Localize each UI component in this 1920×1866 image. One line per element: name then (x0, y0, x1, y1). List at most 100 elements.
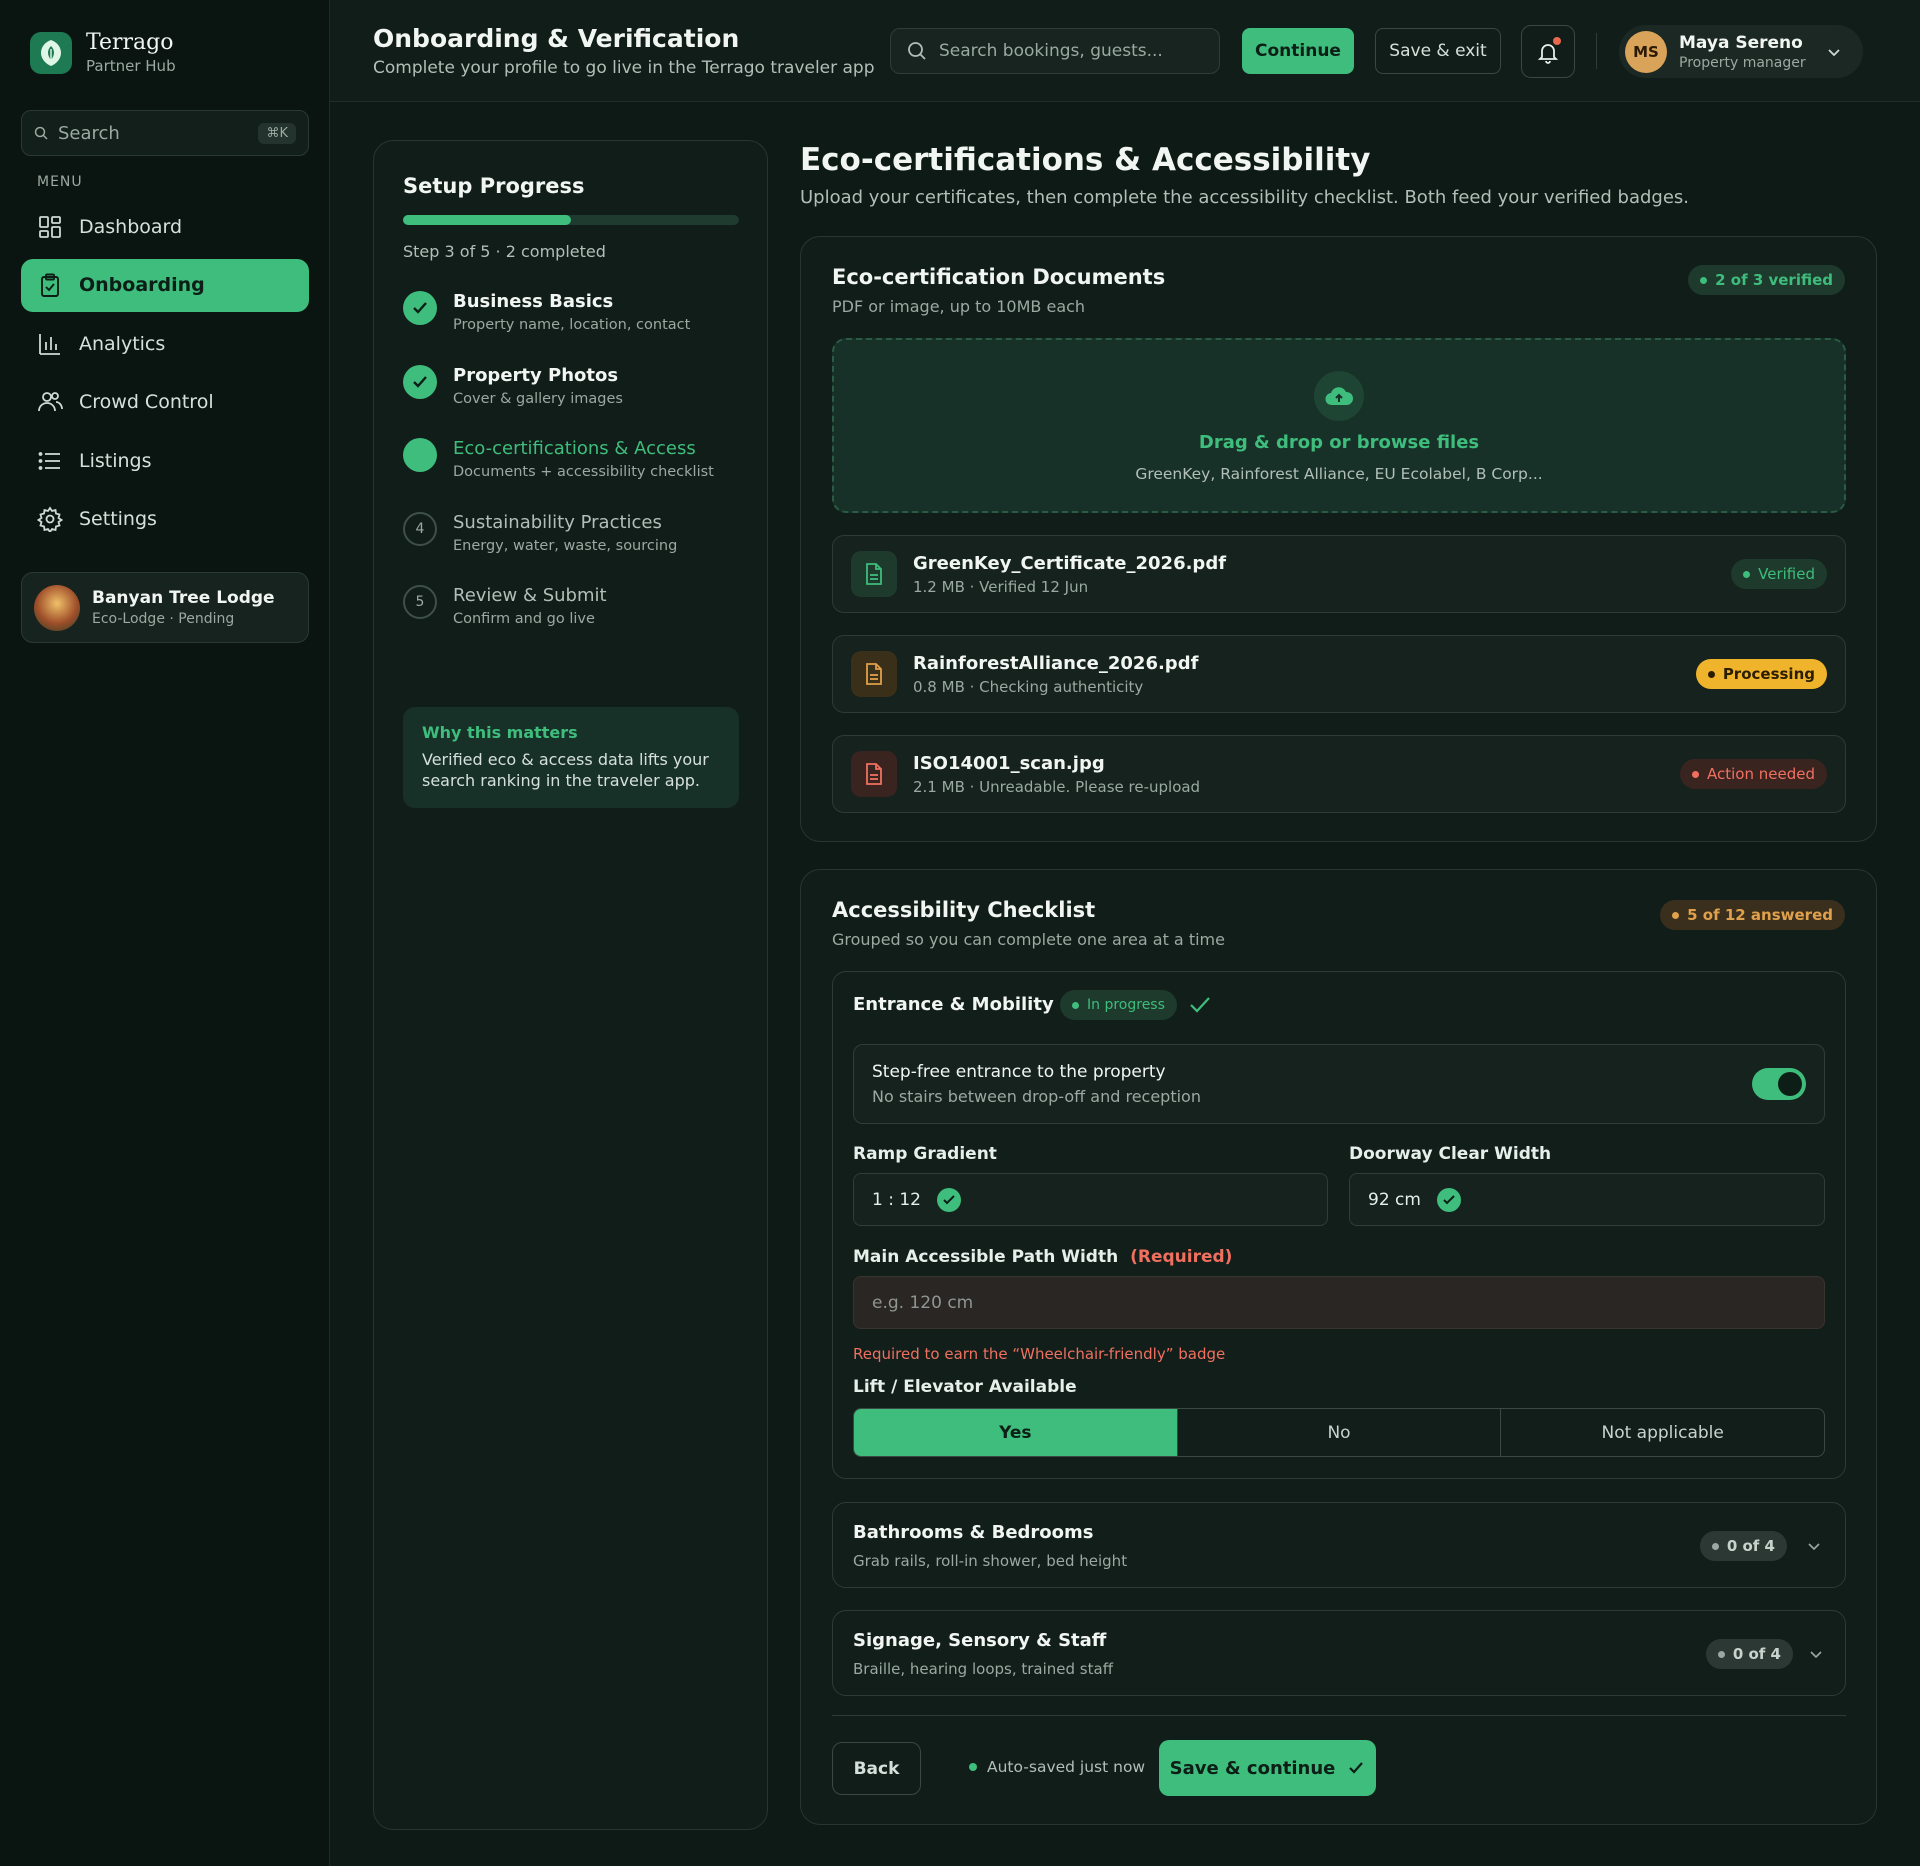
step-eco-certifications[interactable]: Eco-certifications & Access Documents + a… (403, 438, 753, 512)
property-switcher[interactable]: Banyan Tree Lodge Eco-Lodge · Pending (21, 572, 309, 643)
notifications-button[interactable] (1521, 25, 1575, 78)
verified-count-text: 2 of 3 verified (1715, 271, 1833, 289)
accessibility-card: Accessibility Checklist Grouped so you c… (800, 869, 1877, 1825)
ramp-gradient-input[interactable]: 1 : 12 (853, 1173, 1328, 1226)
sidebar-item-label: Analytics (79, 332, 166, 355)
group-count-text: 0 of 4 (1732, 1645, 1781, 1663)
status-text: Action needed (1707, 765, 1815, 783)
top-bar: Onboarding & Verification Complete your … (330, 0, 1920, 102)
bathrooms-bedrooms-group[interactable]: Bathrooms & Bedrooms Grab rails, roll-in… (832, 1502, 1846, 1588)
sidebar-item-label: Listings (79, 449, 152, 472)
back-button[interactable]: Back (832, 1742, 921, 1795)
path-width-input[interactable]: e.g. 120 cm (853, 1276, 1825, 1329)
step-desc: Energy, water, waste, sourcing (453, 537, 678, 554)
user-role: Property manager (1679, 54, 1806, 71)
sidebar-item-label: Dashboard (79, 215, 183, 238)
save-continue-button[interactable]: Save & continue (1159, 1740, 1376, 1796)
sidebar-item-settings[interactable]: Settings (21, 493, 309, 546)
status-text: Verified (1758, 565, 1815, 583)
document-icon (851, 651, 897, 697)
file-row[interactable]: GreenKey_Certificate_2026.pdf 1.2 MB · Ve… (832, 535, 1846, 613)
document-icon (851, 551, 897, 597)
path-width-error: Required to earn the “Wheelchair-friendl… (853, 1345, 1226, 1363)
step-number: 4 (403, 511, 437, 546)
sidebar-item-label: Crowd Control (79, 391, 214, 414)
ramp-gradient-value: 1 : 12 (872, 1189, 921, 1210)
user-name: Maya Sereno (1679, 32, 1803, 53)
sidebar-item-onboarding[interactable]: Onboarding (21, 258, 309, 312)
sidebar-item-crowd-control[interactable]: Crowd Control (21, 376, 309, 429)
lift-option-yes[interactable]: Yes (854, 1409, 1178, 1456)
divider (1596, 33, 1597, 69)
why-body: Verified eco & access data lifts your se… (422, 750, 709, 790)
group-title: Bathrooms & Bedrooms (853, 1522, 1094, 1543)
lift-option-not-applicable[interactable]: Not applicable (1501, 1409, 1824, 1456)
check-icon (1190, 997, 1210, 1013)
chevron-down-icon (1810, 1651, 1822, 1659)
sidebar-item-analytics[interactable]: Analytics (21, 317, 309, 370)
step-desc: Cover & gallery images (453, 390, 623, 407)
doorway-width-input[interactable]: 92 cm (1349, 1173, 1825, 1226)
check-icon (403, 364, 437, 399)
global-search-placeholder: Search bookings, guests... (939, 41, 1163, 61)
signage-sensory-staff-group[interactable]: Signage, Sensory & Staff Braille, hearin… (832, 1610, 1846, 1696)
lift-option-no[interactable]: No (1178, 1409, 1502, 1456)
bar-chart-icon (39, 333, 60, 355)
page-subtitle: Complete your profile to go live in the … (373, 58, 875, 78)
sidebar-item-label: Onboarding (79, 274, 205, 297)
sidebar: Terrago Partner Hub Search ⌘K MENU Dashb… (0, 0, 330, 1866)
dropzone-hint: GreenKey, Rainforest Alliance, EU Ecolab… (1135, 465, 1543, 483)
setup-progress-summary: Step 3 of 5 · 2 completed (403, 242, 606, 261)
step-review-submit[interactable]: 5 Review & Submit Confirm and go live (403, 585, 753, 659)
status-dot (1707, 670, 1715, 678)
file-row[interactable]: RainforestAlliance_2026.pdf 0.8 MB · Chec… (832, 635, 1846, 713)
search-shortcut: ⌘K (258, 122, 296, 144)
step-desc: Documents + accessibility checklist (453, 464, 714, 480)
sidebar-item-dashboard[interactable]: Dashboard (21, 200, 309, 253)
step-sustainability[interactable]: 4 Sustainability Practices Energy, water,… (403, 511, 753, 586)
user-menu[interactable]: MS Maya Sereno Property manager (1619, 25, 1863, 78)
file-meta: 0.8 MB · Checking authenticity (913, 677, 1144, 696)
status-badge: Processing (1695, 659, 1827, 689)
property-meta: Eco-Lodge · Pending (92, 611, 235, 627)
global-search[interactable]: Search bookings, guests... (890, 28, 1220, 74)
group-status-text: In progress (1087, 997, 1165, 1013)
group-desc: Grab rails, roll-in shower, bed height (853, 1552, 1128, 1570)
terrago-logo-icon (30, 31, 72, 74)
save-exit-button[interactable]: Save & exit (1375, 28, 1501, 74)
step-property-photos[interactable]: Property Photos Cover & gallery images (403, 364, 753, 439)
autosave-text: Auto-saved just now (987, 1758, 1146, 1776)
step-free-entrance-row: Step-free entrance to the property No st… (853, 1044, 1825, 1124)
doorway-width-label: Doorway Clear Width (1349, 1144, 1552, 1164)
brand[interactable]: Terrago Partner Hub (30, 30, 176, 75)
answered-count-badge: 5 of 12 answered (1660, 900, 1845, 930)
status-dot (1743, 570, 1751, 578)
documents-card: Eco-certification Documents PDF or image… (800, 236, 1877, 842)
status-dot (1692, 770, 1700, 778)
group-title: Signage, Sensory & Staff (853, 1630, 1107, 1651)
setup-progress-bar (403, 215, 739, 225)
step-free-toggle[interactable] (1752, 1068, 1806, 1100)
current-step-dot-icon (403, 438, 437, 472)
autosave-status: Auto-saved just now (969, 1758, 1145, 1776)
step-business-basics[interactable]: Business Basics Property name, location, … (403, 291, 753, 365)
path-width-label: Main Accessible Path Width (Required) (853, 1247, 1232, 1267)
required-marker: (Required) (1130, 1247, 1233, 1267)
sidebar-item-label: Settings (79, 508, 157, 531)
section-subtitle: Upload your certificates, then complete … (800, 187, 1690, 208)
file-dropzone[interactable]: Drag & drop or browse files GreenKey, Ra… (832, 338, 1846, 513)
toggle-knob (1778, 1072, 1802, 1096)
status-dot (1072, 1001, 1079, 1009)
check-icon (1349, 1762, 1364, 1774)
verified-count-badge: 2 of 3 verified (1688, 265, 1845, 295)
setup-progress-title: Setup Progress (403, 174, 585, 198)
status-dot (1717, 1650, 1725, 1658)
continue-button[interactable]: Continue (1242, 28, 1354, 74)
toggle-desc: No stairs between drop-off and reception (872, 1087, 1201, 1106)
status-dot (1672, 911, 1680, 919)
sidebar-search[interactable]: Search ⌘K (21, 110, 309, 156)
notification-dot (1553, 37, 1561, 45)
file-row[interactable]: ISO14001_scan.jpg 2.1 MB · Unreadable. Pl… (832, 735, 1846, 813)
sidebar-item-listings[interactable]: Listings (21, 434, 309, 487)
gear-icon (37, 506, 63, 533)
